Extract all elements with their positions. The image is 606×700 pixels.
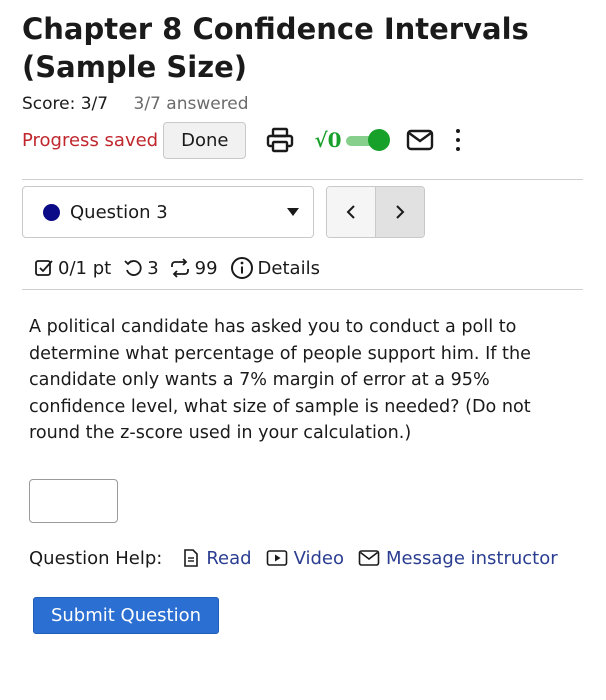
attempts-item: 99 (169, 258, 218, 279)
check-square-icon (35, 260, 53, 276)
answer-input[interactable] (29, 479, 118, 523)
progress-status: Progress saved (22, 129, 159, 151)
caret-down-icon (287, 208, 299, 216)
question-text: A political candidate has asked you to c… (29, 317, 531, 443)
document-icon (184, 549, 199, 567)
question-help-label: Question Help: (29, 547, 163, 569)
video-icon (266, 550, 287, 566)
mail-icon (358, 550, 380, 566)
points-item: 0/1 pt (34, 258, 111, 279)
printer-icon[interactable] (266, 127, 294, 153)
retries-count: 3 (147, 257, 159, 279)
more-vertical-icon[interactable] (455, 129, 460, 151)
submit-question-button[interactable]: Submit Question (33, 597, 219, 634)
toolbar: Progress saved Done √0 (22, 121, 460, 159)
question-selector[interactable]: Question 3 (22, 186, 314, 238)
sqrt-icon[interactable]: √0 (314, 128, 341, 152)
question-meta: 0/1 pt 3 99 Details (34, 254, 320, 282)
mail-icon[interactable] (406, 129, 434, 151)
score-row: Score: 3/7 3/7 answered (22, 93, 249, 115)
toggle-knob (367, 129, 390, 151)
answered-count: 3/7 answered (133, 94, 249, 114)
read-label: Read (206, 547, 252, 569)
question-selector-label: Question 3 (70, 201, 168, 223)
page-title: Chapter 8 Confidence Intervals (Sample S… (22, 12, 529, 84)
video-label: Video (293, 547, 345, 569)
read-link[interactable]: Read (182, 547, 252, 569)
repeat-icon (170, 258, 189, 278)
next-question-button[interactable] (376, 187, 424, 237)
done-button[interactable]: Done (163, 121, 247, 159)
question-status-dot (43, 203, 60, 221)
question-help: Question Help: Read Video Message instru… (29, 544, 558, 572)
chevron-left-icon (346, 205, 355, 219)
divider (22, 179, 583, 180)
math-toggle[interactable] (345, 129, 390, 151)
chevron-right-icon (396, 205, 405, 219)
retry-icon (124, 260, 142, 276)
attempts-count: 99 (194, 257, 218, 279)
details-label: Details (257, 257, 320, 279)
divider (22, 289, 583, 290)
info-icon (230, 257, 253, 279)
score-text: Score: 3/7 (22, 94, 109, 114)
message-instructor-link[interactable]: Message instructor (358, 548, 558, 569)
video-link[interactable]: Video (266, 548, 344, 569)
message-instructor-label: Message instructor (386, 547, 558, 569)
retries-item: 3 (123, 257, 159, 279)
points-text: 0/1 pt (58, 257, 112, 279)
previous-question-button[interactable] (327, 187, 376, 237)
details-button[interactable]: Details (230, 256, 320, 280)
question-pager (326, 186, 425, 238)
